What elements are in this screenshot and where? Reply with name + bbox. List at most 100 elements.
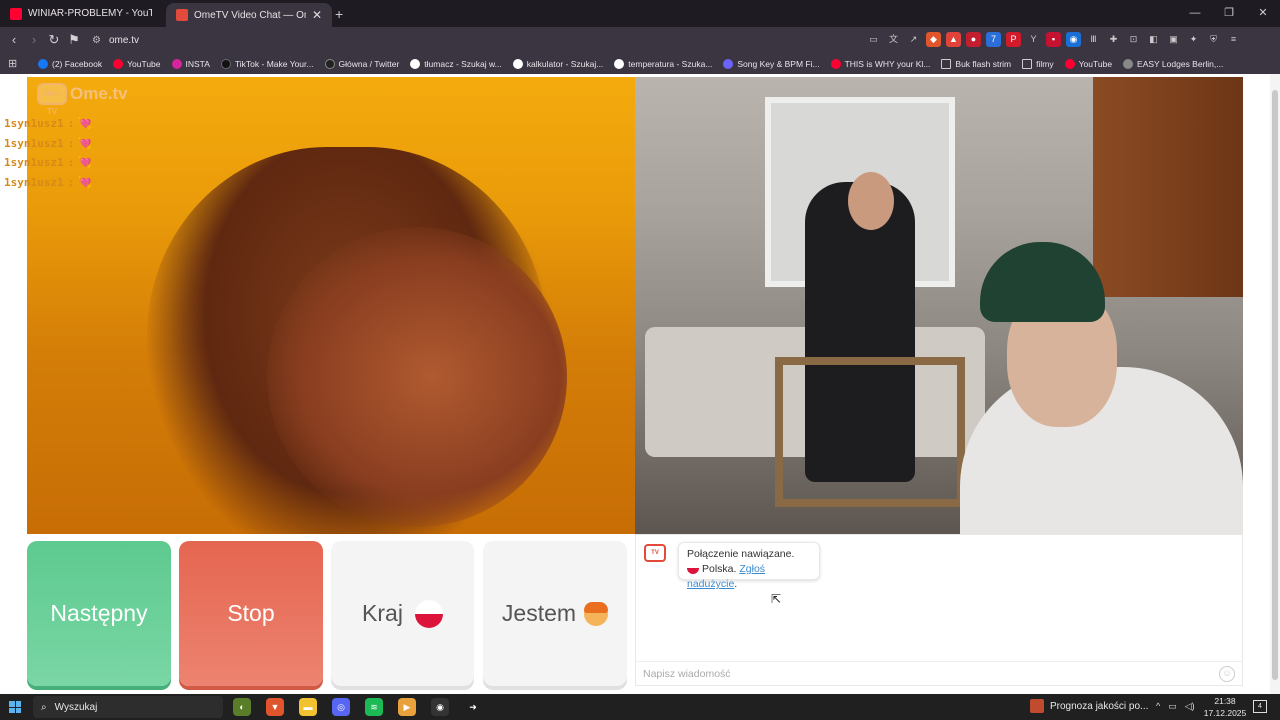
bookmark-item[interactable]: temperatura - Szuka... (614, 58, 712, 69)
bookmark-item[interactable]: Główna / Twitter (324, 58, 399, 69)
music-icon (723, 58, 734, 69)
network-icon[interactable]: ▭ (1168, 701, 1177, 712)
translate-icon[interactable]: 文 (886, 32, 901, 47)
country-button-label: Kraj (362, 600, 403, 626)
youtube-icon (830, 58, 841, 69)
bookmark-item[interactable]: EASY Lodges Berlin,... (1123, 58, 1223, 69)
notification-icon[interactable]: 4 (1253, 700, 1267, 713)
bookmark-label: TikTok - Make Your... (234, 58, 314, 69)
discord-icon[interactable]: ◎ (332, 698, 350, 716)
bookmark-label: filmy (1036, 58, 1054, 69)
forward-icon[interactable]: › (25, 31, 43, 49)
extension-flag-icon[interactable]: ▪ (1046, 32, 1061, 47)
tab-youtube[interactable]: WINIAR-PROBLEMY - YouTube (0, 0, 162, 27)
wallet-icon[interactable]: ▣ (1166, 32, 1181, 47)
vpn-icon[interactable]: ⛨ (1206, 32, 1221, 47)
extension-red-icon[interactable]: ● (966, 32, 981, 47)
reload-icon[interactable]: ↻ (45, 31, 63, 49)
report-suffix: . (734, 578, 738, 590)
stranger-video (27, 77, 635, 534)
cast-icon[interactable]: ▭ (866, 32, 881, 47)
back-icon[interactable]: ‹ (5, 31, 23, 49)
emoji-picker-icon[interactable]: ☺ (1219, 666, 1235, 682)
bookmark-folder[interactable]: Buk flash strim (941, 58, 1011, 69)
search-icon: ⌕ (41, 701, 47, 713)
own-video (635, 77, 1243, 534)
bookmark-label: THIS is WHY your Kl... (844, 58, 931, 69)
overlay-chat-line: 1syn1usz1: 💘 (4, 134, 92, 154)
room-cabinet (1093, 77, 1243, 297)
brave-rewards-icon[interactable]: ▲ (946, 32, 961, 47)
clock-time: 21:38 (1214, 696, 1236, 706)
bookmark-item[interactable]: YouTube (113, 58, 161, 69)
google-icon (410, 58, 421, 69)
google-icon (614, 58, 625, 69)
extension-globe-icon[interactable]: ◉ (1066, 32, 1081, 47)
address-toolbar: ‹ › ↻ ⚑ ⚙ ome.tv ▭ 文 ↗ ◆ ▲ ● 7 P Y ▪ ◉ Ⅲ… (0, 27, 1280, 53)
taskbar-search[interactable]: ⌕ Wyszukaj (33, 696, 223, 718)
overlay-chat-line: 1syn1usz1: 💘 (4, 173, 92, 193)
media-player-icon[interactable]: ▶ (398, 698, 416, 716)
x-twitter-icon (324, 58, 335, 69)
bookmarks-bar: ⊞ (2) Facebook YouTube INSTA TikTok - Ma… (0, 53, 1280, 74)
sidebar-icon[interactable]: ◧ (1146, 32, 1161, 47)
brave-shield-icon[interactable]: ◆ (926, 32, 941, 47)
tab-ometv[interactable]: OmeTV Video Chat — Omeg ✕ (166, 3, 332, 27)
bookmark-label: YouTube (1078, 58, 1113, 69)
next-button-label: Następny (50, 600, 148, 626)
bookmark-item[interactable]: (2) Facebook (38, 58, 102, 69)
new-tab-button[interactable]: + (335, 6, 343, 22)
close-window-icon[interactable]: ✕ (1246, 0, 1280, 27)
bookmark-item[interactable]: INSTA (171, 58, 210, 69)
country-button[interactable]: Kraj (331, 541, 474, 686)
close-tab-icon[interactable]: ✕ (312, 8, 322, 22)
url-bar[interactable]: ⚙ ome.tv (92, 30, 852, 50)
minimize-icon[interactable]: — (1178, 0, 1212, 27)
stop-button[interactable]: Stop (179, 541, 323, 686)
brave-browser-icon[interactable]: ▼ (266, 698, 284, 716)
next-button[interactable]: Następny (27, 541, 171, 686)
weather-widget[interactable]: Prognoza jakości po... (1030, 699, 1148, 713)
volume-icon[interactable]: ◁) (1185, 701, 1195, 712)
extension-bars-icon[interactable]: Ⅲ (1086, 32, 1101, 47)
obs-icon[interactable]: ◉ (431, 698, 449, 716)
screenshot-icon[interactable]: ⊡ (1126, 32, 1141, 47)
extension-pinterest-icon[interactable]: P (1006, 32, 1021, 47)
bookmark-icon[interactable]: ⚑ (65, 31, 83, 49)
globe-icon (1123, 58, 1134, 69)
bookmark-item[interactable]: TikTok - Make Your... (220, 58, 314, 69)
app-arrow-icon[interactable]: ➜ (464, 698, 482, 716)
connection-status: Połączenie nawiązane. (687, 548, 795, 560)
gender-button[interactable]: Jestem (483, 541, 627, 686)
bookmark-folder[interactable]: filmy (1022, 58, 1054, 69)
bookmark-item[interactable]: YouTube (1064, 58, 1113, 69)
mouse-cursor-icon: ⇱ (771, 592, 782, 606)
bookmark-item[interactable]: THIS is WHY your Kl... (830, 58, 931, 69)
leo-ai-icon[interactable]: ✦ (1186, 32, 1201, 47)
share-icon[interactable]: ↗ (906, 32, 921, 47)
youtube-icon (1064, 58, 1075, 69)
extension-blue-icon[interactable]: 7 (986, 32, 1001, 47)
facebook-icon (38, 58, 48, 69)
heart-icon: 💘 (78, 136, 92, 150)
site-info-icon[interactable]: ⚙ (92, 35, 101, 46)
scrollbar-thumb[interactable] (1272, 90, 1278, 680)
message-input[interactable] (635, 662, 1195, 686)
extension-y-icon[interactable]: Y (1026, 32, 1041, 47)
windows-taskbar: ⌕ Wyszukaj ◐ ▼ ▬ ◎ ≋ ▶ ◉ ➜ Prognoza jako… (0, 694, 1280, 720)
windows-start-icon[interactable] (9, 701, 21, 713)
apps-grid-icon[interactable]: ⊞ (8, 58, 22, 70)
app-icon[interactable]: ◐ (233, 698, 251, 716)
restore-icon[interactable]: ❐ (1212, 0, 1246, 27)
bookmark-item[interactable]: tłumacz - Szukaj w... (410, 58, 502, 69)
taskbar-clock[interactable]: 21:38 17.12.2025 (1200, 695, 1250, 719)
spotify-icon[interactable]: ≋ (365, 698, 383, 716)
bookmark-item[interactable]: Song Key & BPM Fi... (723, 58, 820, 69)
tray-chevron-icon[interactable]: ^ (1156, 701, 1160, 712)
extensions-puzzle-icon[interactable]: ✚ (1106, 32, 1121, 47)
page-scrollbar[interactable] (1270, 74, 1280, 694)
bookmark-item[interactable]: kalkulator - Szukaj... (512, 58, 603, 69)
file-explorer-icon[interactable]: ▬ (299, 698, 317, 716)
menu-icon[interactable]: ≡ (1226, 32, 1241, 47)
system-tray: ^ ▭ ◁) (1156, 701, 1195, 712)
